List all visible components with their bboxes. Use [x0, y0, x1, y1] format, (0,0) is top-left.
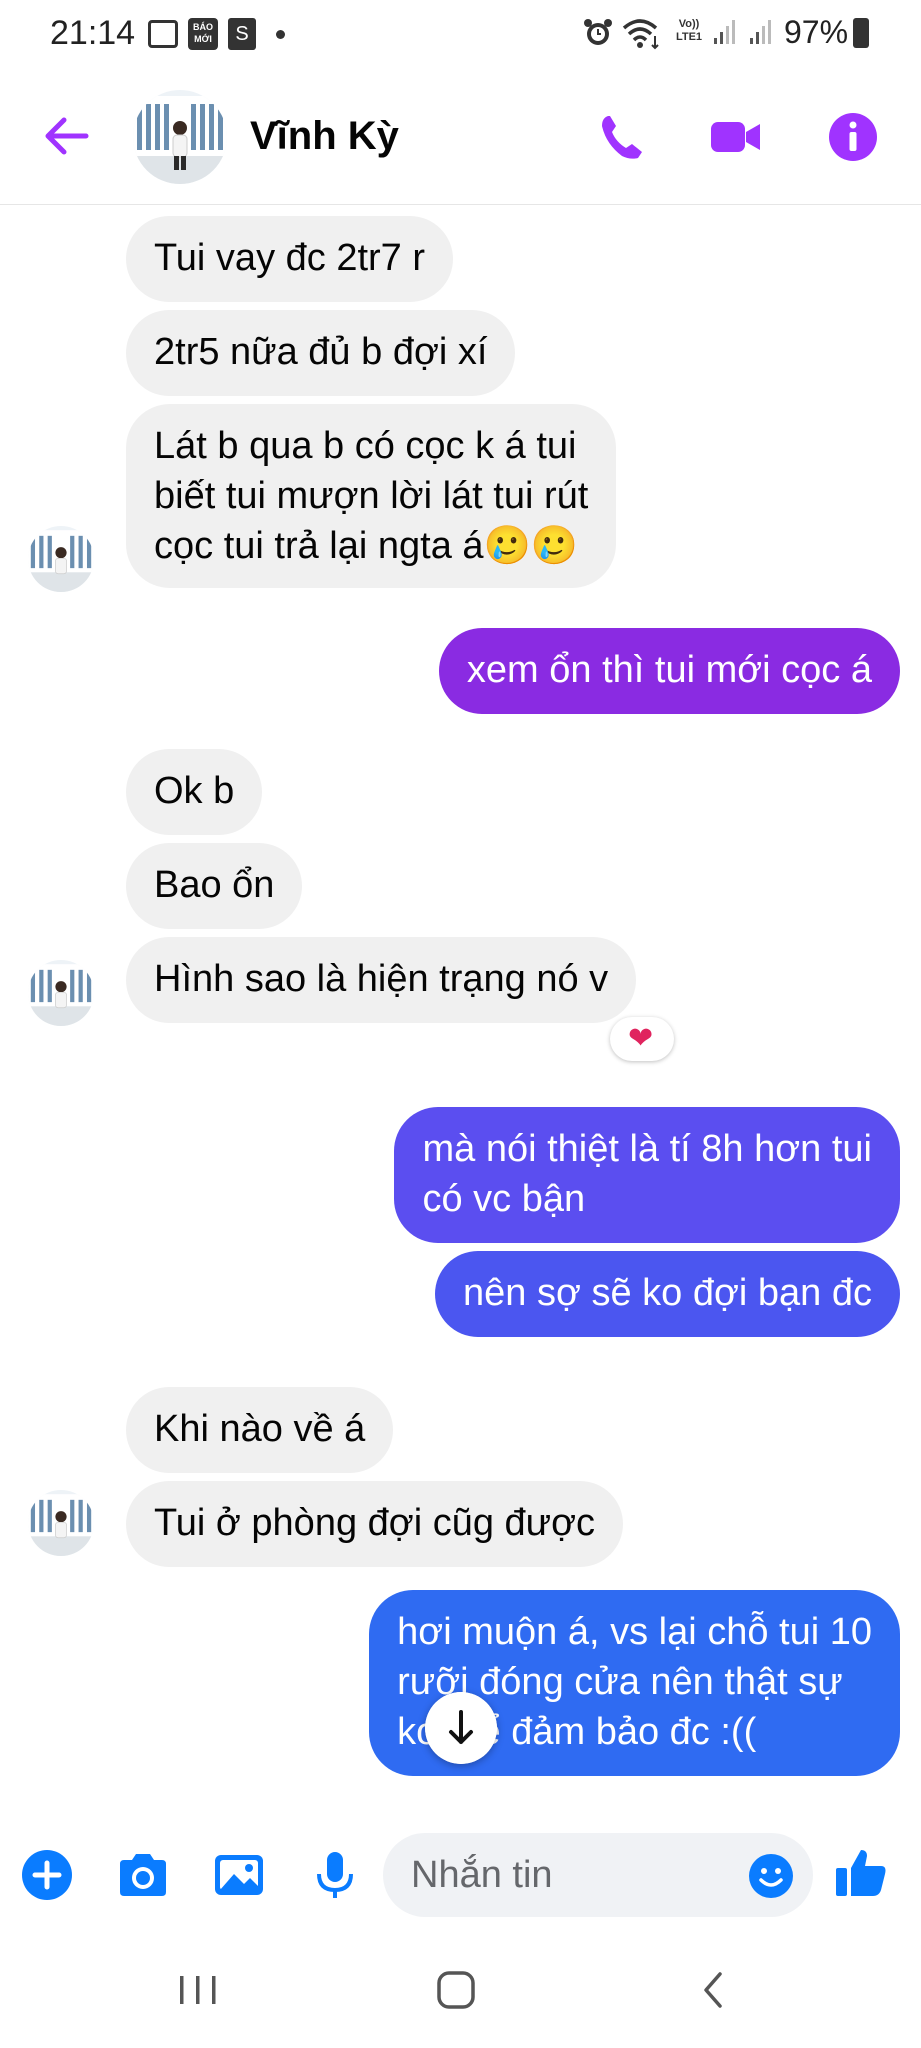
battery-icon [853, 18, 869, 48]
message-composer [0, 1820, 921, 1930]
more-notifications-dot-icon [276, 30, 285, 39]
image-icon[interactable] [212, 1848, 266, 1902]
outgoing-message[interactable]: mà nói thiệt là tí 8h hơn tui có vc bận [394, 1107, 900, 1243]
incoming-message[interactable]: Khi nào về á [126, 1387, 394, 1473]
message-thread[interactable]: Tui vay đc 2tr7 r 2tr5 nữa đủ b đợi xí L… [0, 204, 921, 1814]
info-icon[interactable] [826, 110, 880, 164]
heart-icon: ❤ [628, 1022, 654, 1055]
message-line: biết tui mượn lời lát tui rút [154, 475, 589, 517]
signal-icon [750, 20, 771, 44]
alarm-icon [584, 19, 612, 45]
back-nav-icon[interactable] [690, 1970, 740, 2010]
recent-apps-icon[interactable] [174, 1970, 224, 2010]
contact-avatar[interactable] [133, 90, 227, 184]
incoming-message[interactable]: 2tr5 nữa đủ b đợi xí [126, 310, 516, 396]
outgoing-message[interactable]: xem ổn thì tui mới cọc á [438, 628, 900, 714]
outgoing-message[interactable]: nên sợ sẽ ko đợi bạn đc [435, 1251, 900, 1337]
shopping-bag-icon: S [228, 18, 256, 50]
incoming-message[interactable]: Lát b qua b có cọc k á tui biết tui mượn… [126, 404, 617, 588]
status-bar: 21:14 BÁO MỚI S Vo)) LTE1 97% [0, 0, 921, 70]
message-line: có vc bận [422, 1178, 586, 1220]
message-line: hơi muộn á, vs lại chỗ tui 10 [397, 1611, 872, 1653]
message-line: Lát b qua b có cọc k á tui [154, 425, 577, 467]
heart-reaction[interactable]: ❤ [610, 1017, 674, 1061]
smiley-icon[interactable] [748, 1853, 794, 1899]
contact-avatar-small[interactable] [28, 1490, 94, 1556]
arrow-down-icon[interactable] [425, 1692, 497, 1764]
gallery-notification-icon [148, 20, 178, 48]
system-navigation-bar [0, 1930, 921, 2048]
phone-icon[interactable] [596, 110, 650, 164]
baomoi-notification-icon: BÁO MỚI [188, 18, 218, 50]
home-icon[interactable] [431, 1970, 481, 2010]
camera-icon[interactable] [116, 1848, 170, 1902]
arrow-left-icon[interactable] [40, 110, 92, 162]
battery-percentage: 97% [784, 14, 849, 50]
plus-icon[interactable] [20, 1848, 74, 1902]
incoming-message[interactable]: Hình sao là hiện trạng nó v [126, 937, 637, 1023]
status-time: 21:14 [50, 14, 136, 52]
video-camera-icon[interactable] [708, 110, 762, 164]
chat-header: Vĩnh Kỳ [0, 70, 921, 205]
contact-avatar-small[interactable] [28, 526, 94, 592]
wifi-icon [622, 19, 659, 50]
incoming-message[interactable]: Ok b [126, 749, 263, 835]
incoming-message[interactable]: Tui vay đc 2tr7 r [126, 216, 454, 302]
contact-avatar-small[interactable] [28, 960, 94, 1026]
incoming-message[interactable]: Tui ở phòng đợi cũg được [126, 1481, 624, 1567]
signal-icon [714, 20, 735, 44]
message-line: mà nói thiệt là tí 8h hơn tui [422, 1128, 872, 1170]
thumbs-up-icon[interactable] [833, 1844, 889, 1900]
contact-name[interactable]: Vĩnh Kỳ [250, 114, 399, 159]
volte-label: Vo)) LTE1 [675, 18, 703, 43]
incoming-message[interactable]: Bao ổn [126, 843, 303, 929]
message-line: cọc tui trả lại ngta á🥲🥲 [154, 525, 579, 567]
microphone-icon[interactable] [308, 1848, 362, 1902]
